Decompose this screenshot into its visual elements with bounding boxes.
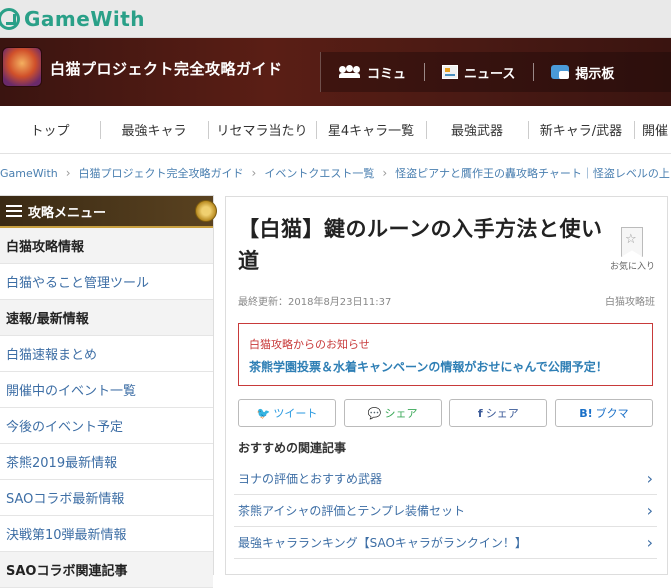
share-buttons: 🐦 ツイート 💬 シェア f シェア B! ブクマ [238,399,653,427]
favorite-label: お気に入り [610,262,656,272]
tweet-button[interactable]: 🐦 ツイート [238,399,336,427]
nav-top[interactable]: トップ [0,106,100,154]
related-article-link[interactable]: 茶熊アイシャの評価とテンプレ装備セット › [234,495,657,527]
related-article-link[interactable]: ヨナの評価とおすすめ武器 › [234,463,657,495]
game-thumbnail[interactable] [2,47,42,87]
sidebar-item[interactable]: 今後のイベント予定 [0,408,213,444]
share-label: シェア [384,407,418,420]
chevron-right-icon: › [646,469,653,488]
gamewith-logo[interactable]: GameWith [0,6,145,32]
nav-strongest-weapon[interactable]: 最強武器 [426,106,528,154]
favorite-button[interactable]: ☆ お気に入り [610,227,656,275]
facebook-icon: f [477,406,483,420]
bookmark-star-icon: ☆ [621,227,643,257]
gamewith-logo-text: GameWith [24,7,146,31]
coin-icon [195,200,217,222]
gamewith-logo-icon [0,8,20,30]
author: 白猫攻略班 [605,297,655,308]
related-article-label: 茶熊アイシャの評価とテンプレ装備セット [238,504,466,518]
bbs-icon [551,65,570,79]
twitter-icon: 🐦 [256,406,271,420]
menu-icon [6,205,22,217]
menu-header-label: 攻略メニュー [28,205,107,221]
nav-new-chara-weapon[interactable]: 新キャラ/武器 [528,106,634,154]
breadcrumb: GameWith › 白猫プロジェクト完全攻略ガイド › イベントクエスト一覧 … [0,164,671,182]
nav-events[interactable]: 開催 [634,106,671,154]
notice-box: 白猫攻略からのお知らせ 茶熊学園投票＆水着キャンペーンの情報がおせにゃんで公開予… [238,323,653,386]
banner-nav-label: 掲示板 [575,66,615,82]
breadcrumb-current[interactable]: 怪盗ピアナと贋作王の轟攻略チャート｜怪盗レベルの上げ [395,165,671,181]
notice-title: 白猫攻略からのお知らせ [249,338,370,351]
site-header: GameWith [0,0,671,38]
banner-nav: コミュ ニュース 掲示板 [320,52,671,92]
sidebar-category[interactable]: 白猫攻略情報 [0,228,213,264]
share-label: ブクマ [595,407,629,420]
news-icon [442,65,459,79]
sidebar-item[interactable]: 決戦第10弾最新情報 [0,516,213,552]
menu-header[interactable]: 攻略メニュー [0,196,217,228]
nav-strongest-chara[interactable]: 最強キャラ [100,106,208,154]
sidebar-menu: 攻略メニュー 白猫攻略情報 白猫やること管理ツール 速報/最新情報 白猫速報まと… [0,195,217,588]
line-icon: 💬 [367,406,382,420]
banner-nav-community[interactable]: コミュ [321,52,424,92]
chevron-right-icon: › [65,166,71,180]
game-title[interactable]: 白猫プロジェクト完全攻略ガイド [50,58,283,79]
main-nav: トップ 最強キャラ リセマラ当たり 星4キャラ一覧 最強武器 新キャラ/武器 開… [0,106,671,154]
banner-nav-label: コミュ [367,66,407,82]
banner-nav-label: ニュース [464,66,516,82]
related-article-label: ヨナの評価とおすすめ武器 [238,472,383,486]
facebook-share-button[interactable]: f シェア [449,399,548,427]
related-articles-heading: おすすめの関連記事 [238,441,347,455]
chevron-right-icon: › [646,533,653,552]
line-share-button[interactable]: 💬 シェア [343,399,442,427]
nav-reroll[interactable]: リセマラ当たり [208,106,316,154]
sidebar-item[interactable]: 開催中のイベント一覧 [0,372,213,408]
article: 【白猫】鍵のルーンの入手方法と使い道 ☆ お気に入り 最終更新：2018年8月2… [225,196,668,575]
last-updated: 最終更新：2018年8月23日11:37 [238,297,392,308]
banner-nav-bbs[interactable]: 掲示板 [533,52,632,92]
sidebar-item[interactable]: SAOコラボ最新情報 [0,480,213,516]
nav-star4-list[interactable]: 星4キャラ一覧 [316,106,426,154]
related-article-label: 最強キャラランキング【SAOキャラがランクイン！】 [238,536,527,550]
share-label: シェア [485,407,519,420]
hatena-bookmark-button[interactable]: B! ブクマ [554,399,653,427]
breadcrumb-guide[interactable]: 白猫プロジェクト完全攻略ガイド [79,165,244,181]
sidebar-category[interactable]: SAOコラボ関連記事 [0,552,213,588]
community-icon [339,65,361,78]
breadcrumb-home[interactable]: GameWith [0,167,58,180]
hatena-bookmark-icon: B! [579,406,593,420]
related-articles-list: ヨナの評価とおすすめ武器 › 茶熊アイシャの評価とテンプレ装備セット › 最強キ… [234,463,657,559]
related-article-link[interactable]: 最強キャラランキング【SAOキャラがランクイン！】 › [234,527,657,559]
chevron-right-icon: › [646,501,653,520]
share-label: ツイート [273,407,318,420]
banner-nav-news[interactable]: ニュース [424,52,533,92]
sidebar-item[interactable]: 白猫速報まとめ [0,336,213,372]
notice-link[interactable]: 茶熊学園投票＆水着キャンペーンの情報がおせにゃんで公開予定！ [249,358,642,375]
sidebar-category[interactable]: 速報/最新情報 [0,300,213,336]
chevron-right-icon: › [251,166,257,180]
chevron-right-icon: › [382,166,388,180]
sidebar-item[interactable]: 茶熊2019最新情報 [0,444,213,480]
article-title: 【白猫】鍵のルーンの入手方法と使い道 [238,217,603,273]
sidebar-item[interactable]: 白猫やること管理ツール [0,264,213,300]
breadcrumb-events[interactable]: イベントクエスト一覧 [264,165,374,181]
